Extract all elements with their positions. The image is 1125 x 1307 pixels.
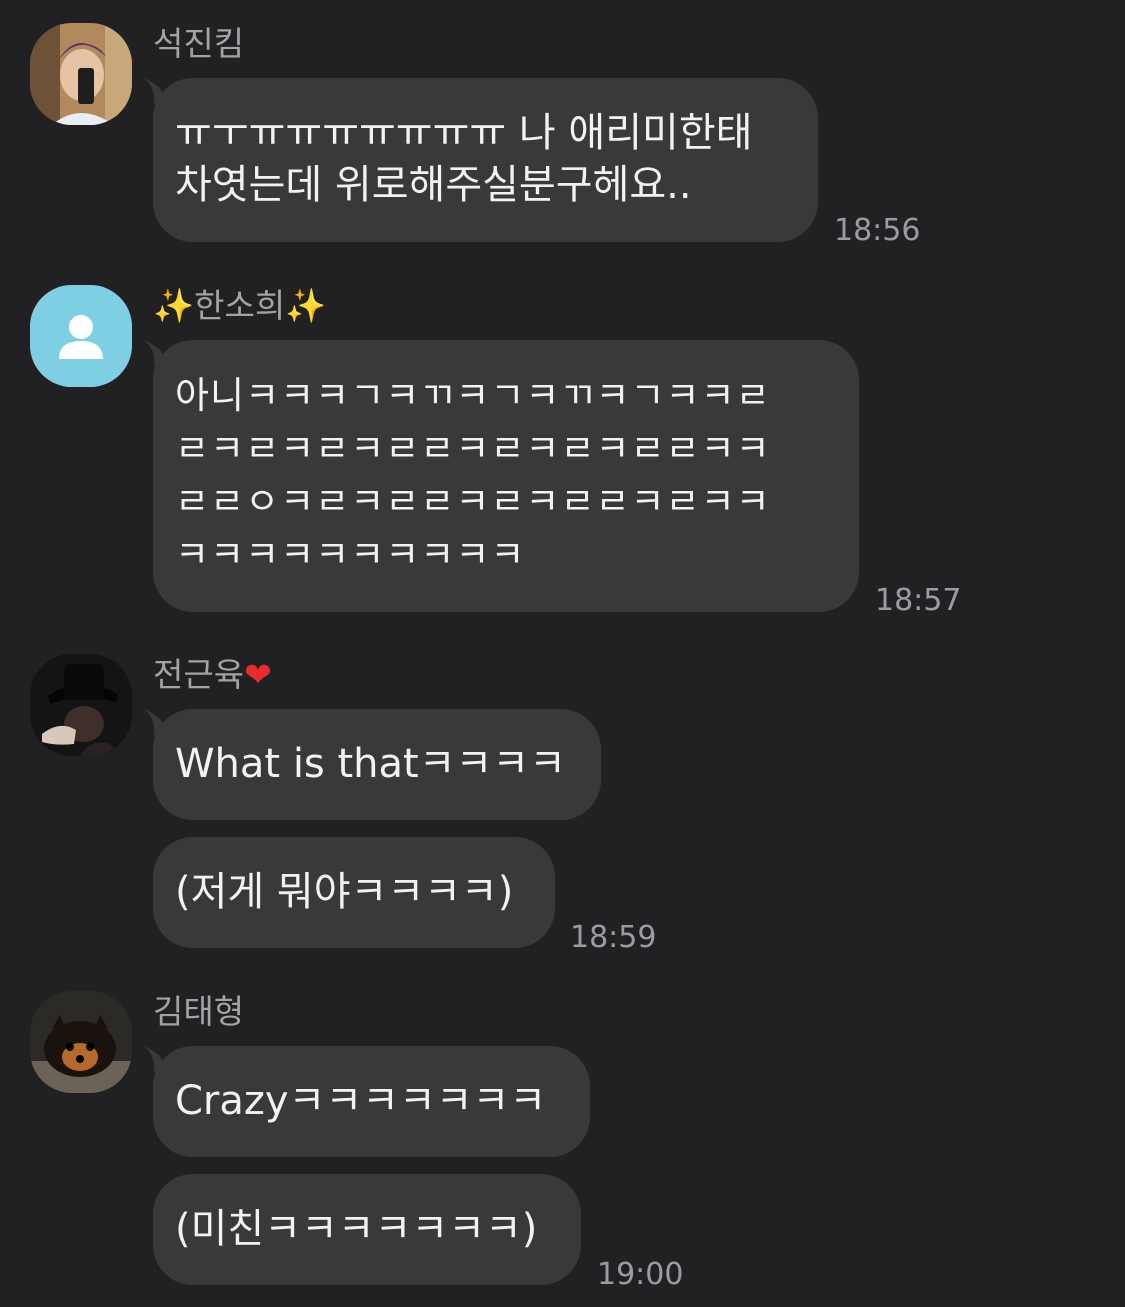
default-profile-icon [30,285,132,387]
sender-name: 전근육❤ [153,655,272,694]
sender-name: ✨한소희✨ [153,286,327,325]
message-bubble[interactable]: 아니ㅋㅋㅋㄱㅋㄲㅋㄱㅋㄲㅋㄱㅋㅋㄹ ㄹㅋㄹㅋㄹㅋㄹㄹㅋㄹㅋㄹㅋㄹㄹㅋㅋ ㄹㄹㅇㅋ… [153,340,859,612]
message-time: 18:57 [875,583,962,618]
sender-name: 석진킴 [153,24,245,63]
message-group: 석진킴 ㅠㅜㅠㅠㅠㅠㅠㅠㅠ 나 애리미한태 차엿는데 위로해주실분구헤요.. 1… [0,0,1125,260]
heart-icon: ❤ [244,655,272,694]
message-bubble[interactable]: (저게 뭐야ㅋㅋㅋㅋ) [153,837,555,948]
message-time: 18:59 [570,920,657,955]
avatar[interactable] [30,23,132,125]
dark-hat-photo-icon [30,654,132,756]
sparkle-icon: ✨ [285,286,327,325]
sender-name: 김태형 [153,992,245,1031]
avatar[interactable] [30,654,132,756]
chat-screen[interactable]: 석진킴 ㅠㅜㅠㅠㅠㅠㅠㅠㅠ 나 애리미한태 차엿는데 위로해주실분구헤요.. 1… [0,0,1125,1307]
message-time: 18:56 [834,213,921,248]
avatar[interactable] [30,991,132,1093]
avatar[interactable] [30,285,132,387]
message-time: 19:00 [597,1257,684,1292]
message-bubble[interactable]: What is thatㅋㅋㅋㅋ [153,709,601,820]
dog-photo-icon [30,991,132,1093]
sparkle-icon: ✨ [153,286,195,325]
message-bubble[interactable]: Crazyㅋㅋㅋㅋㅋㅋㅋ [153,1046,590,1157]
selfie-photo-icon [30,23,132,125]
message-bubble[interactable]: (미친ㅋㅋㅋㅋㅋㅋㅋ) [153,1174,581,1285]
message-bubble[interactable]: ㅠㅜㅠㅠㅠㅠㅠㅠㅠ 나 애리미한태 차엿는데 위로해주실분구헤요.. [153,78,818,242]
